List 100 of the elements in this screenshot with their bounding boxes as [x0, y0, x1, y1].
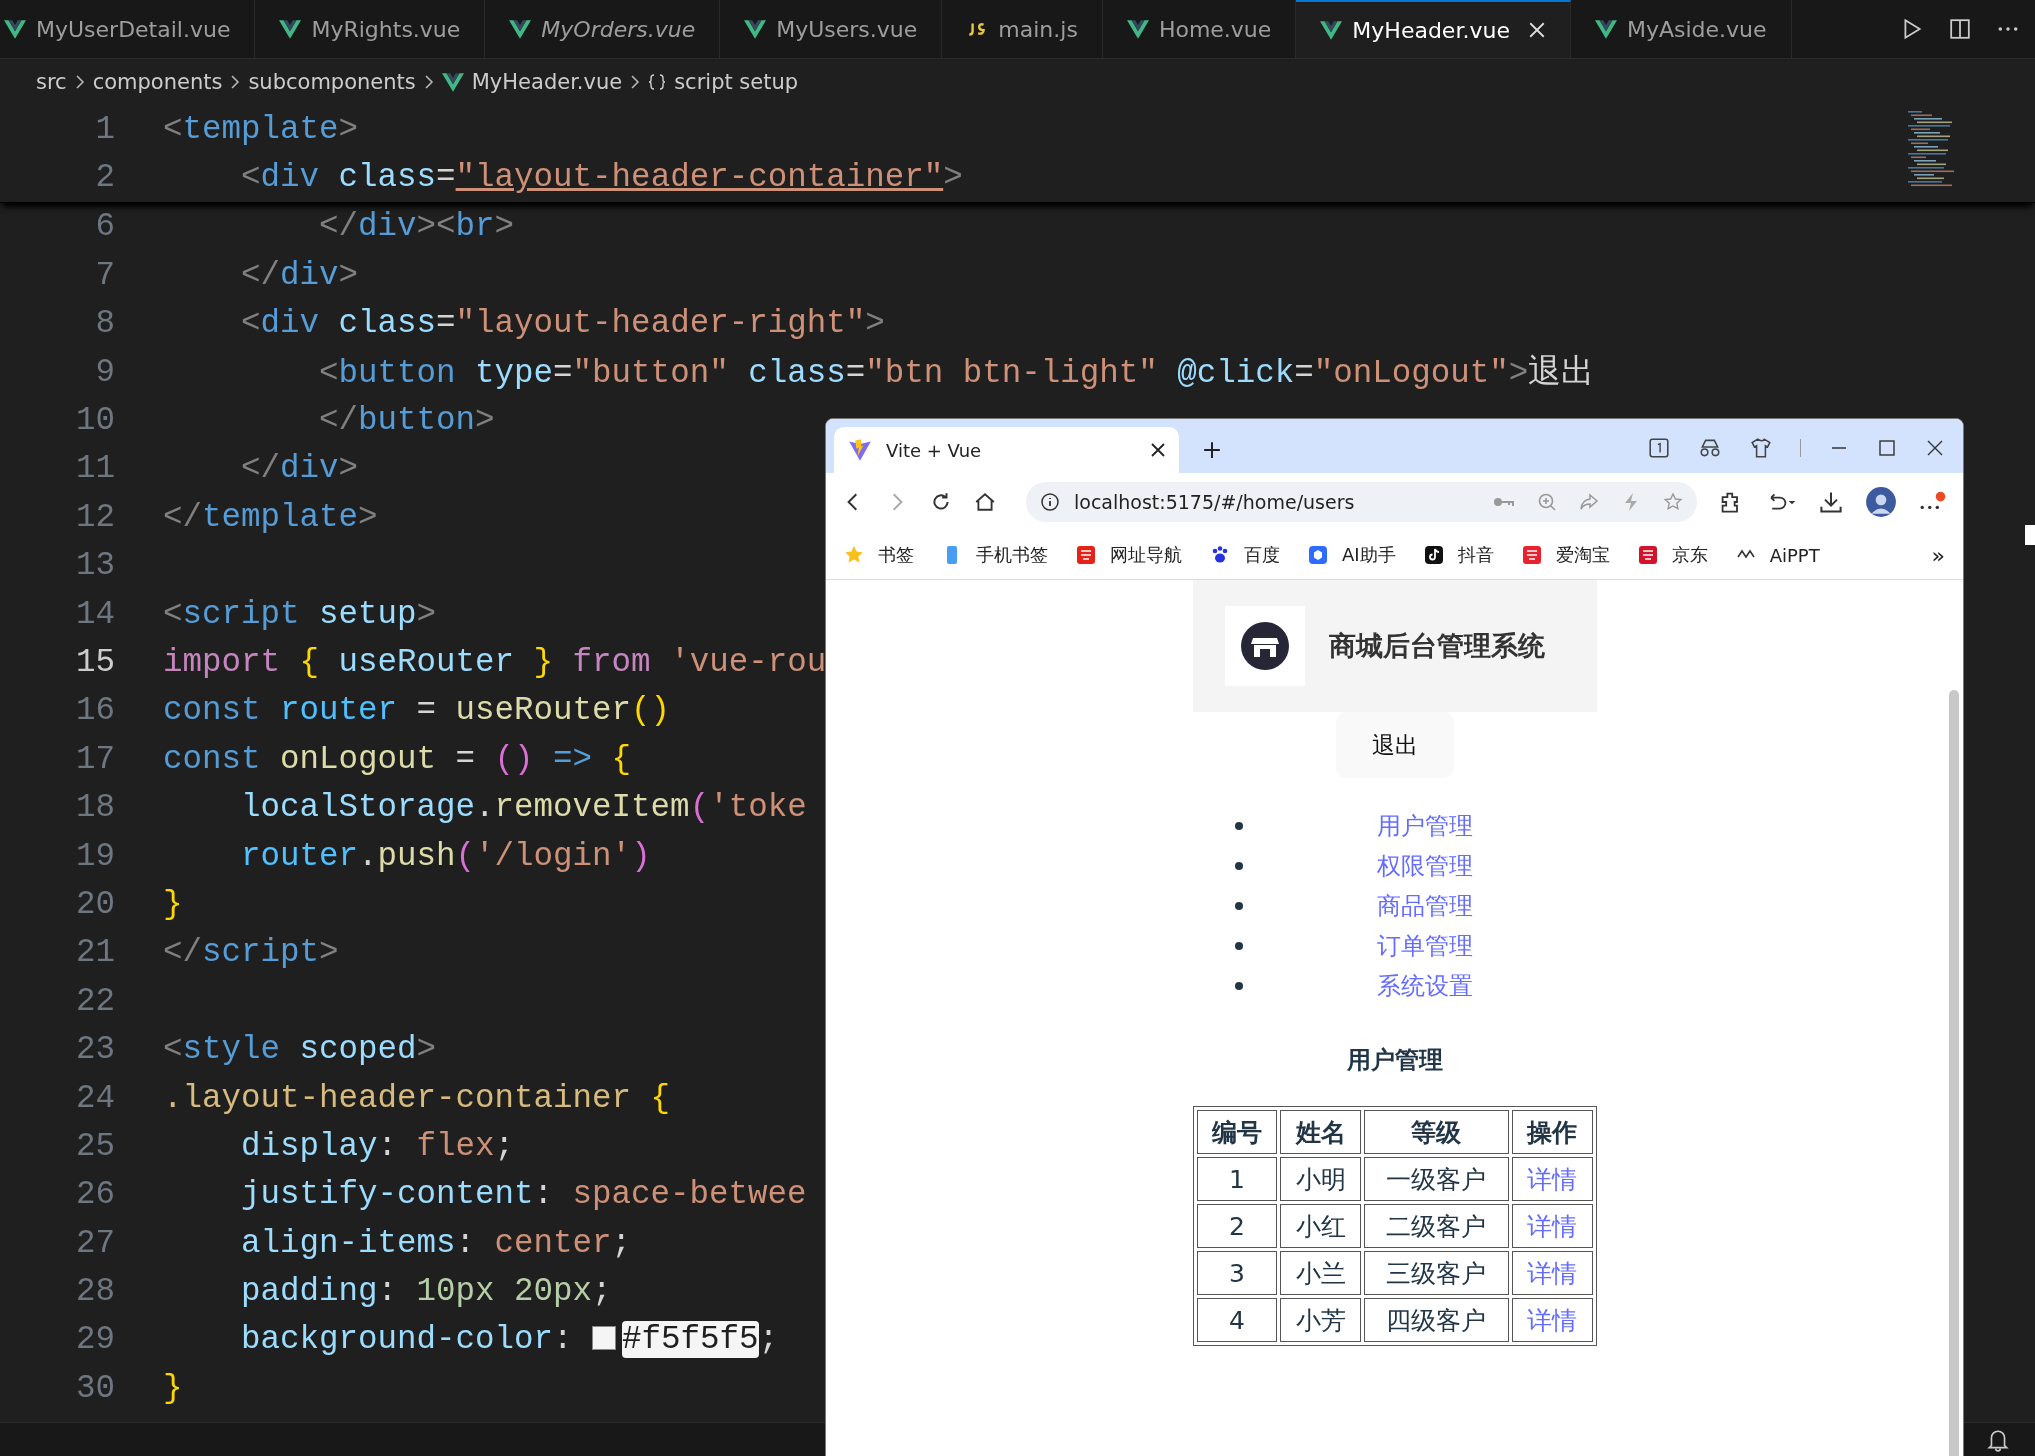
table-cell: 小明: [1280, 1157, 1362, 1201]
details-link[interactable]: 详情: [1511, 1298, 1593, 1342]
code-line: <div class="layout-header-container">: [240, 159, 963, 197]
close-icon[interactable]: [1925, 438, 1945, 458]
paw-icon: [1210, 545, 1230, 565]
line-number: 15: [75, 644, 115, 681]
editor-tab[interactable]: MyOrders.vue: [485, 0, 721, 58]
note-icon: [1423, 545, 1444, 565]
table-cell: 小兰: [1280, 1251, 1362, 1295]
breadcrumb-item[interactable]: MyHeader.vue: [471, 70, 623, 94]
code-line: padding: 10px 20px;: [240, 1273, 612, 1311]
line-number: 17: [75, 740, 115, 778]
line-number: 6: [94, 208, 115, 246]
breadcrumb-item[interactable]: components: [92, 70, 223, 94]
line-number: 29: [75, 1321, 115, 1359]
nav-link[interactable]: 系统设置: [1376, 970, 1473, 1002]
breadcrumb-item[interactable]: src: [36, 70, 67, 94]
details-link[interactable]: 详情: [1511, 1204, 1593, 1248]
chevron-right-icon: [74, 74, 85, 90]
browser-tab[interactable]: Vite + Vue: [834, 427, 1179, 473]
close-icon[interactable]: [1527, 21, 1546, 39]
vue-file-icon: [279, 19, 302, 39]
editor-tab[interactable]: MyUsers.vue: [720, 0, 943, 58]
details-link[interactable]: 详情: [1511, 1251, 1593, 1295]
bullet-icon: [1234, 862, 1243, 870]
vue-file-icon: [1320, 20, 1343, 40]
code-line: align-items: center;: [240, 1224, 632, 1262]
table-cell: 一级客户: [1364, 1157, 1509, 1201]
line-number: 27: [75, 1224, 115, 1262]
lightning-logo-icon: [848, 438, 872, 462]
line-number: 2: [94, 159, 115, 197]
scrollbar[interactable]: [2025, 525, 2035, 545]
tab-counter-icon[interactable]: [1648, 437, 1670, 459]
code-line: background-color: #f5f5f5;: [240, 1321, 779, 1359]
line-number: 9: [94, 353, 115, 391]
editor-tab[interactable]: MyUserDetail.vue: [0, 0, 256, 58]
address-field[interactable]: localhost:5175/#/home/users: [1026, 482, 1697, 522]
chevron-right-icon: [230, 74, 241, 90]
nav-link[interactable]: 用户管理: [1376, 810, 1473, 842]
editor-tab[interactable]: MyAside.vue: [1570, 0, 1792, 58]
logout-button[interactable]: 退出: [1335, 712, 1454, 778]
line-number: 20: [75, 885, 115, 923]
code-line: const onLogout = () => {: [163, 740, 632, 778]
split-editor-icon[interactable]: [1949, 18, 1971, 40]
braces-icon: [648, 73, 667, 91]
line-number: 11: [75, 450, 115, 488]
avatar-icon[interactable]: [1865, 486, 1897, 518]
line-number: 24: [75, 1079, 115, 1117]
breadcrumb-item[interactable]: subcomponents: [248, 70, 416, 94]
editor-tab[interactable]: main.js: [942, 0, 1103, 58]
editor-tab[interactable]: MyRights.vue: [255, 0, 486, 58]
new-tab-icon[interactable]: [1203, 441, 1221, 459]
chevron-right-icon: [423, 74, 434, 90]
bookmark[interactable]: 手机书签: [942, 543, 1048, 567]
line-number: 1: [94, 110, 115, 148]
table-cell: 1: [1196, 1157, 1278, 1201]
bookmark[interactable]: 抖音: [1423, 543, 1494, 567]
editor-tab[interactable]: MyHeader.vue: [1296, 0, 1571, 58]
code-line: </button>: [318, 402, 495, 440]
table-cell: 小芳: [1280, 1298, 1362, 1342]
nav-link[interactable]: 权限管理: [1376, 850, 1473, 882]
code-line: </script>: [163, 934, 339, 972]
nav-link[interactable]: 商品管理: [1376, 890, 1473, 922]
line-number: 21: [75, 934, 115, 972]
bookmark[interactable]: AiPPT: [1735, 544, 1820, 566]
bookmark[interactable]: AI助手: [1308, 543, 1396, 567]
line-number: 12: [75, 498, 115, 536]
more-bookmarks-button[interactable]: »: [1931, 542, 1945, 568]
bookmark[interactable]: 爱淘宝: [1521, 543, 1610, 567]
nav-link[interactable]: 订单管理: [1376, 930, 1473, 962]
table-cell: 四级客户: [1364, 1298, 1509, 1342]
close-icon[interactable]: [1151, 443, 1165, 457]
shirt-icon[interactable]: [1750, 437, 1772, 459]
code-line: display: flex;: [240, 1127, 515, 1165]
table-cell: 4: [1196, 1298, 1278, 1342]
details-link[interactable]: 详情: [1511, 1157, 1593, 1201]
store-icon: [1239, 621, 1290, 671]
code-line: router.push('/login'): [240, 837, 651, 875]
bullet-icon: [1234, 902, 1243, 910]
bookmark[interactable]: 京东: [1637, 543, 1708, 567]
bookmark[interactable]: 书签: [844, 543, 914, 567]
bookmark[interactable]: 网址导航: [1076, 543, 1182, 567]
download-icon[interactable]: [1819, 490, 1843, 514]
vue-file-icon: [509, 19, 532, 39]
bookmark[interactable]: 百度: [1210, 543, 1280, 567]
section-heading: 用户管理: [1346, 1045, 1443, 1076]
line-number: 16: [75, 692, 115, 730]
table-cell: 三级客户: [1364, 1251, 1509, 1295]
code-line: import { useRouter } from 'vue-rou: [163, 644, 827, 681]
glasses-icon[interactable]: [1698, 437, 1722, 459]
vue-file-icon: [744, 19, 767, 39]
star-icon[interactable]: [1663, 492, 1683, 512]
scrollbar[interactable]: [1949, 690, 1959, 1456]
code-line: <style scoped>: [163, 1031, 437, 1069]
maximize-icon[interactable]: [1877, 438, 1897, 458]
home-icon[interactable]: [974, 491, 996, 513]
breadcrumb-item[interactable]: script setup: [674, 70, 799, 94]
code-line: </div><br>: [318, 208, 515, 246]
code-line: .layout-header-container {: [163, 1079, 671, 1117]
info-icon[interactable]: [1040, 492, 1060, 512]
